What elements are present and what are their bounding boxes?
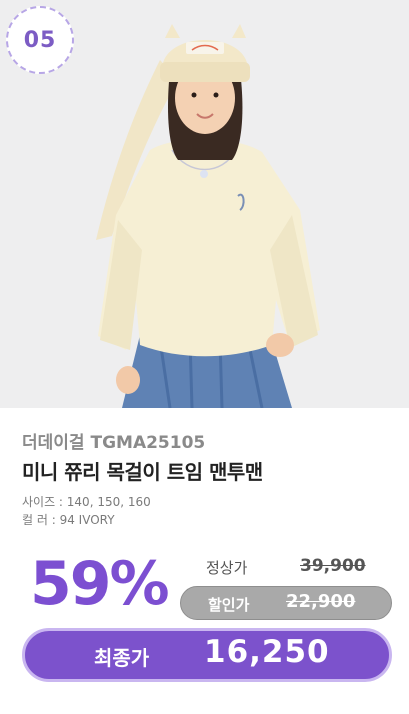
regular-price: 39,900 xyxy=(300,556,366,576)
product-brand: 더데이걸 TGMA25105 xyxy=(22,433,206,453)
product-title[interactable]: 미니 쮸리 목걸이 트임 맨투맨 xyxy=(22,456,263,485)
product-color: 컬 러 : 94 IVORY xyxy=(22,513,115,527)
rank-number: 05 xyxy=(23,27,57,53)
regular-price-label: 정상가 xyxy=(206,559,248,577)
final-price-label: 최종가 xyxy=(94,646,150,670)
rank-badge: 05 xyxy=(6,6,74,74)
final-price: 16,250 xyxy=(204,634,330,670)
sale-price: 22,900 xyxy=(286,591,356,612)
product-photo: 05 xyxy=(0,0,409,408)
discount-rate: 59% xyxy=(30,549,170,619)
product-sizes: 사이즈 : 140, 150, 160 xyxy=(22,495,151,509)
sale-price-label: 할인가 xyxy=(208,596,250,614)
